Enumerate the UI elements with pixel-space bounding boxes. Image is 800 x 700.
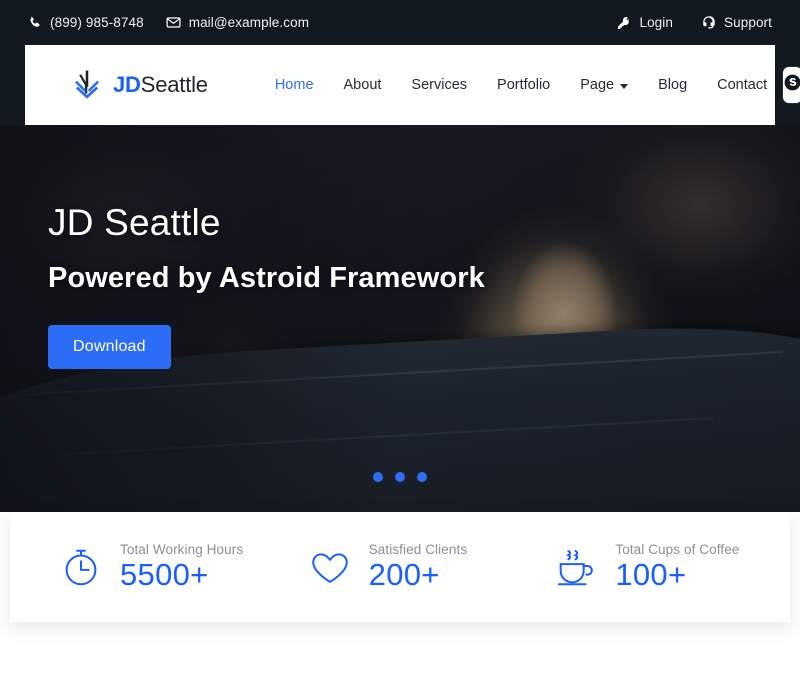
skype-button[interactable]	[782, 66, 800, 104]
logo-text-light: Seattle	[140, 72, 208, 97]
nav-item-contact[interactable]: Contact	[702, 77, 782, 93]
page-body-below-fold	[0, 622, 800, 700]
carousel-dot-3[interactable]	[417, 472, 427, 482]
topbar-login-label: Login	[639, 15, 674, 30]
nav-item-page-label: Page	[580, 77, 615, 93]
nav-item-page[interactable]: Page	[565, 77, 643, 93]
nav-item-portfolio[interactable]: Portfolio	[482, 77, 565, 93]
hero-subtitle: Powered by Astroid Framework	[48, 261, 485, 294]
stat-value: 200+	[368, 556, 440, 592]
envelope-icon	[166, 15, 181, 30]
nav-item-blog-label: Blog	[658, 77, 688, 93]
carousel-dot-2[interactable]	[395, 472, 405, 482]
site-header: JDSeattle Home About Services Portfolio …	[25, 45, 800, 125]
page-root: (899) 985-8748 mail@example.com Login Su…	[0, 0, 800, 700]
stat-label: Total Cups of Coffee	[615, 541, 740, 557]
hero-slider: JD Seattle Powered by Astroid Framework …	[0, 125, 800, 512]
stat-value: 5500+	[120, 556, 209, 592]
carousel-dot-1[interactable]	[373, 472, 383, 482]
stat-value: 100+	[615, 556, 687, 592]
nav-item-blog[interactable]: Blog	[643, 77, 702, 93]
stat-satisfied-clients: Satisfied Clients 200+	[295, 542, 544, 592]
topbar-account-group: Login Support	[617, 15, 772, 30]
topbar-support[interactable]: Support	[701, 15, 772, 30]
topbar-email[interactable]: mail@example.com	[166, 15, 309, 30]
hero-title: JD Seattle	[48, 202, 221, 243]
nav-item-contact-label: Contact	[717, 77, 768, 93]
topbar-phone[interactable]: (899) 985-8748	[28, 15, 144, 30]
coffee-cup-icon	[553, 544, 599, 590]
download-button[interactable]: Download	[48, 324, 171, 369]
topbar-login[interactable]: Login	[617, 15, 673, 30]
stat-text-group: Total Working Hours 5500+	[120, 542, 243, 592]
hero-content: JD Seattle Powered by Astroid Framework …	[48, 202, 485, 369]
chevron-arrow-logo-mark-icon	[70, 68, 104, 102]
topbar-phone-label: (899) 985-8748	[50, 15, 144, 30]
nav-item-home[interactable]: Home	[260, 77, 329, 93]
heart-icon	[307, 544, 353, 590]
skype-icon	[783, 73, 800, 97]
site-logo[interactable]: JDSeattle	[70, 68, 208, 102]
nav-item-about[interactable]: About	[329, 77, 397, 93]
stat-total-cups-of-coffee: Total Cups of Coffee 100+	[543, 542, 790, 592]
main-navigation: Home About Services Portfolio Page Blog …	[260, 77, 782, 93]
stats-card: Total Working Hours 5500+ Satisfied Clie…	[10, 512, 790, 622]
logo-text-bold: JD	[113, 72, 141, 97]
nav-item-portfolio-label: Portfolio	[497, 77, 551, 93]
stat-text-group: Satisfied Clients 200+	[369, 542, 468, 592]
logo-text: JDSeattle	[113, 72, 208, 98]
topbar-email-label: mail@example.com	[188, 15, 310, 30]
phone-icon	[28, 16, 42, 30]
nav-item-home-label: Home	[274, 77, 314, 93]
stat-total-working-hours: Total Working Hours 5500+	[10, 542, 295, 592]
carousel-dots	[0, 472, 800, 482]
chevron-down-icon	[620, 83, 629, 89]
topbar-support-label: Support	[724, 15, 772, 30]
nav-item-about-label: About	[343, 77, 382, 93]
nav-item-services-label: Services	[411, 77, 468, 93]
topbar-contact-group: (899) 985-8748 mail@example.com	[28, 15, 309, 30]
stat-text-group: Total Cups of Coffee 100+	[615, 542, 739, 592]
stat-label: Satisfied Clients	[368, 541, 468, 557]
stopwatch-icon	[58, 544, 104, 590]
key-icon	[617, 16, 631, 30]
nav-item-services[interactable]: Services	[396, 77, 482, 93]
topbar: (899) 985-8748 mail@example.com Login Su…	[0, 0, 800, 45]
headset-icon	[701, 15, 716, 30]
stat-label: Total Working Hours	[120, 541, 244, 557]
